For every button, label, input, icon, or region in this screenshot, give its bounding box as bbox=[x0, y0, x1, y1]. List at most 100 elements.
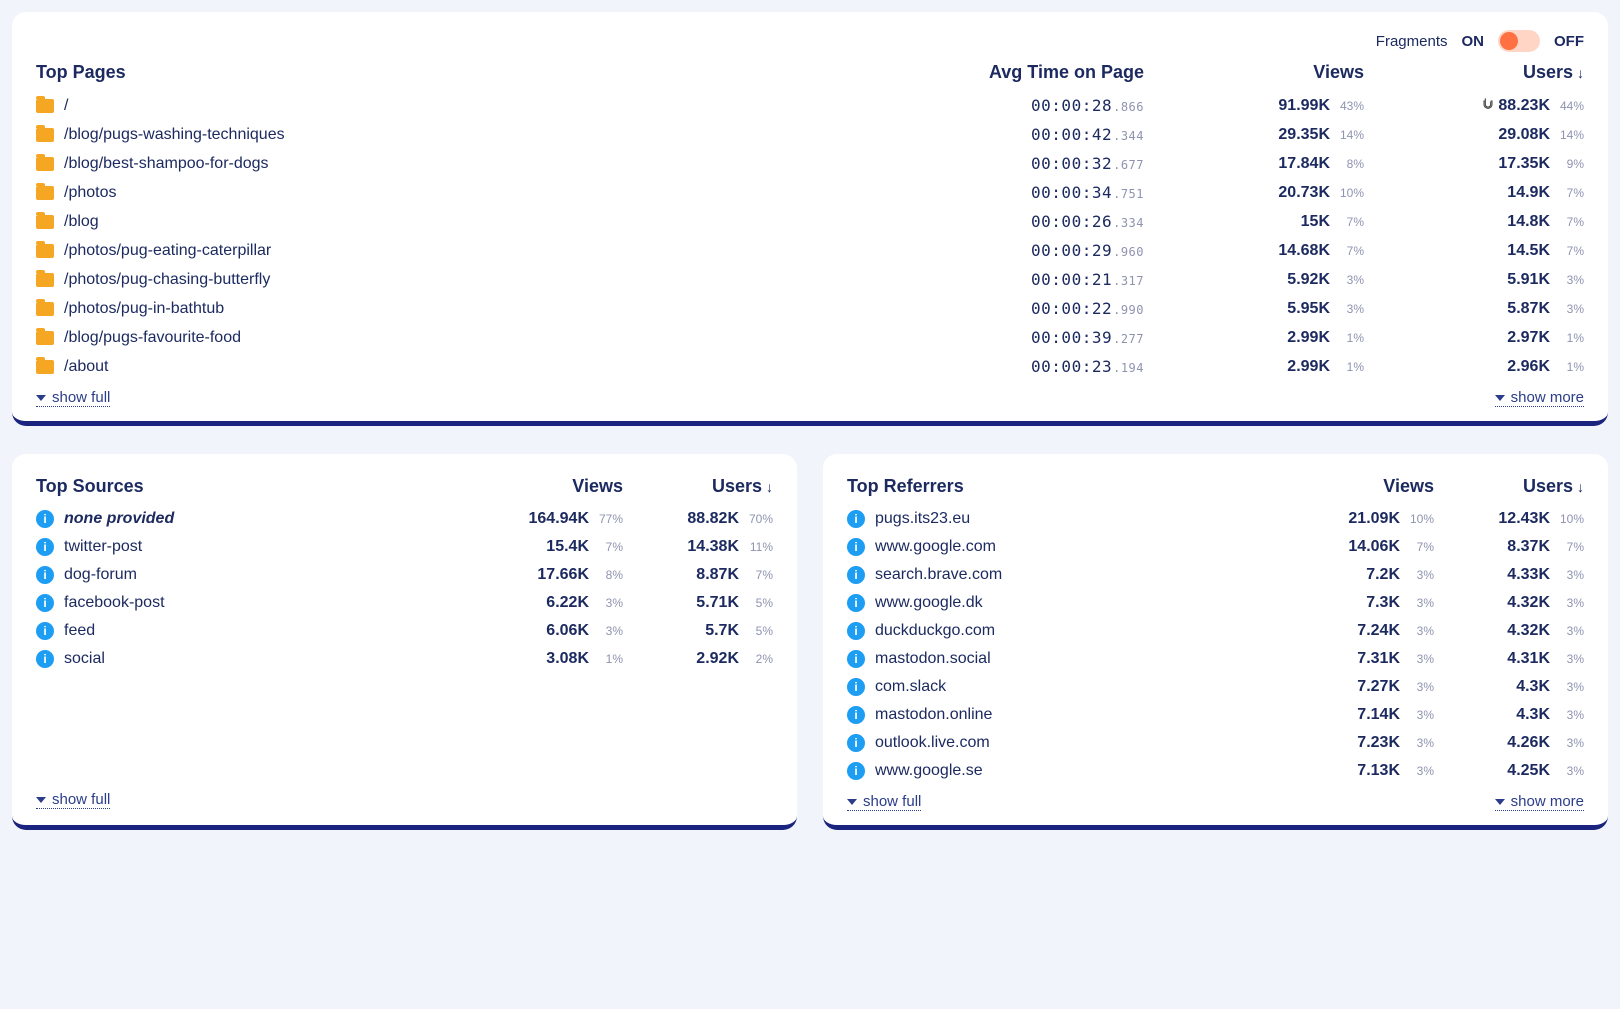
views: 15K7% bbox=[1144, 213, 1364, 231]
table-row[interactable]: /blog/pugs-washing-techniques 00:00:42.3… bbox=[36, 120, 1584, 149]
col-avg-time[interactable]: Avg Time on Page bbox=[924, 62, 1144, 83]
views: 7.27K3% bbox=[1284, 678, 1434, 696]
users: 17.35K9% bbox=[1364, 155, 1584, 173]
top-referrers-card: Top Referrers Views Users↓ i pugs.its23.… bbox=[823, 454, 1608, 830]
sources-title: Top Sources bbox=[36, 476, 473, 497]
users: 14.8K7% bbox=[1364, 213, 1584, 231]
pages-show-full[interactable]: show full bbox=[36, 389, 110, 407]
table-row[interactable]: i feed 6.06K3% 5.7K5% bbox=[36, 617, 773, 645]
info-icon: i bbox=[847, 510, 865, 528]
table-row[interactable]: i www.google.com 14.06K7% 8.37K7% bbox=[847, 533, 1584, 561]
views: 21.09K10% bbox=[1284, 510, 1434, 528]
page-path: /blog/best-shampoo-for-dogs bbox=[64, 155, 269, 173]
folder-icon bbox=[36, 186, 54, 200]
top-sources-card: Top Sources Views Users↓ i none provided… bbox=[12, 454, 797, 830]
col-users[interactable]: Users↓ bbox=[1434, 476, 1584, 497]
views: 7.2K3% bbox=[1284, 566, 1434, 584]
chevron-down-icon bbox=[1495, 395, 1505, 401]
info-icon: i bbox=[36, 650, 54, 668]
referrers-name: com.slack bbox=[875, 678, 946, 696]
info-icon: i bbox=[847, 594, 865, 612]
users: 4.31K3% bbox=[1434, 650, 1584, 668]
table-row[interactable]: i none provided 164.94K77% 88.82K70% bbox=[36, 505, 773, 533]
col-users[interactable]: Users↓ bbox=[1364, 62, 1584, 83]
users: 4.32K3% bbox=[1434, 622, 1584, 640]
referrers-name: mastodon.social bbox=[875, 650, 991, 668]
pages-title: Top Pages bbox=[36, 62, 924, 83]
col-users[interactable]: Users↓ bbox=[623, 476, 773, 497]
referrers-show-more[interactable]: show more bbox=[1495, 793, 1584, 811]
users: 12.43K10% bbox=[1434, 510, 1584, 528]
folder-icon bbox=[36, 360, 54, 374]
users: 14.5K7% bbox=[1364, 242, 1584, 260]
table-row[interactable]: /blog/pugs-favourite-food 00:00:39.277 2… bbox=[36, 323, 1584, 352]
views: 17.66K8% bbox=[473, 566, 623, 584]
table-row[interactable]: i www.google.se 7.13K3% 4.25K3% bbox=[847, 757, 1584, 785]
folder-icon bbox=[36, 302, 54, 316]
table-row[interactable]: /photos/pug-in-bathtub 00:00:22.990 5.95… bbox=[36, 294, 1584, 323]
fragments-toggle[interactable] bbox=[1498, 30, 1540, 52]
views: 7.3K3% bbox=[1284, 594, 1434, 612]
pages-show-more[interactable]: show more bbox=[1495, 389, 1584, 407]
fragments-control: Fragments ON OFF bbox=[36, 30, 1584, 52]
views: 15.4K7% bbox=[473, 538, 623, 556]
table-row[interactable]: i mastodon.social 7.31K3% 4.31K3% bbox=[847, 645, 1584, 673]
referrers-show-full[interactable]: show full bbox=[847, 793, 921, 811]
sources-show-full[interactable]: show full bbox=[36, 791, 110, 809]
referrers-header: Top Referrers Views Users↓ bbox=[847, 472, 1584, 505]
referrers-name: outlook.live.com bbox=[875, 734, 990, 752]
views: 20.73K10% bbox=[1144, 184, 1364, 202]
page-path: /about bbox=[64, 358, 108, 376]
users: 88.23K44% bbox=[1364, 97, 1584, 115]
table-row[interactable]: /photos 00:00:34.751 20.73K10% 14.9K7% bbox=[36, 178, 1584, 207]
table-row[interactable]: i mastodon.online 7.14K3% 4.3K3% bbox=[847, 701, 1584, 729]
views: 7.31K3% bbox=[1284, 650, 1434, 668]
sources-name: dog-forum bbox=[64, 566, 137, 584]
views: 7.24K3% bbox=[1284, 622, 1434, 640]
referrers-title: Top Referrers bbox=[847, 476, 1284, 497]
table-row[interactable]: i outlook.live.com 7.23K3% 4.26K3% bbox=[847, 729, 1584, 757]
users: 5.71K5% bbox=[623, 594, 773, 612]
table-row[interactable]: i twitter-post 15.4K7% 14.38K11% bbox=[36, 533, 773, 561]
table-row[interactable]: /photos/pug-eating-caterpillar 00:00:29.… bbox=[36, 236, 1584, 265]
page-path: /blog bbox=[64, 213, 99, 231]
chevron-down-icon bbox=[1495, 799, 1505, 805]
col-views[interactable]: Views bbox=[1284, 476, 1434, 497]
table-row[interactable]: i facebook-post 6.22K3% 5.71K5% bbox=[36, 589, 773, 617]
info-icon: i bbox=[847, 622, 865, 640]
table-row[interactable]: / 00:00:28.866 91.99K43% 88.23K44% bbox=[36, 91, 1584, 120]
table-row[interactable]: i pugs.its23.eu 21.09K10% 12.43K10% bbox=[847, 505, 1584, 533]
page-path: / bbox=[64, 97, 68, 115]
users: 4.3K3% bbox=[1434, 678, 1584, 696]
table-row[interactable]: i com.slack 7.27K3% 4.3K3% bbox=[847, 673, 1584, 701]
avg-time: 00:00:34.751 bbox=[924, 183, 1144, 202]
table-row[interactable]: /photos/pug-chasing-butterfly 00:00:21.3… bbox=[36, 265, 1584, 294]
info-icon: i bbox=[36, 594, 54, 612]
users: 14.9K7% bbox=[1364, 184, 1584, 202]
referrers-name: pugs.its23.eu bbox=[875, 510, 970, 528]
col-views[interactable]: Views bbox=[1144, 62, 1364, 83]
table-row[interactable]: /blog 00:00:26.334 15K7% 14.8K7% bbox=[36, 207, 1584, 236]
chevron-down-icon bbox=[36, 797, 46, 803]
views: 14.68K7% bbox=[1144, 242, 1364, 260]
sources-name: facebook-post bbox=[64, 594, 165, 612]
referrers-name: search.brave.com bbox=[875, 566, 1002, 584]
avg-time: 00:00:21.317 bbox=[924, 270, 1144, 289]
views: 2.99K1% bbox=[1144, 358, 1364, 376]
table-row[interactable]: /about 00:00:23.194 2.99K1% 2.96K1% bbox=[36, 352, 1584, 381]
table-row[interactable]: i search.brave.com 7.2K3% 4.33K3% bbox=[847, 561, 1584, 589]
col-views[interactable]: Views bbox=[473, 476, 623, 497]
avg-time: 00:00:22.990 bbox=[924, 299, 1144, 318]
views: 29.35K14% bbox=[1144, 126, 1364, 144]
table-row[interactable]: /blog/best-shampoo-for-dogs 00:00:32.677… bbox=[36, 149, 1584, 178]
table-row[interactable]: i www.google.dk 7.3K3% 4.32K3% bbox=[847, 589, 1584, 617]
table-row[interactable]: i duckduckgo.com 7.24K3% 4.32K3% bbox=[847, 617, 1584, 645]
page-path: /photos bbox=[64, 184, 116, 202]
avg-time: 00:00:26.334 bbox=[924, 212, 1144, 231]
views: 14.06K7% bbox=[1284, 538, 1434, 556]
sort-desc-icon: ↓ bbox=[766, 479, 773, 495]
folder-icon bbox=[36, 157, 54, 171]
table-row[interactable]: i social 3.08K1% 2.92K2% bbox=[36, 645, 773, 673]
table-row[interactable]: i dog-forum 17.66K8% 8.87K7% bbox=[36, 561, 773, 589]
users: 14.38K11% bbox=[623, 538, 773, 556]
